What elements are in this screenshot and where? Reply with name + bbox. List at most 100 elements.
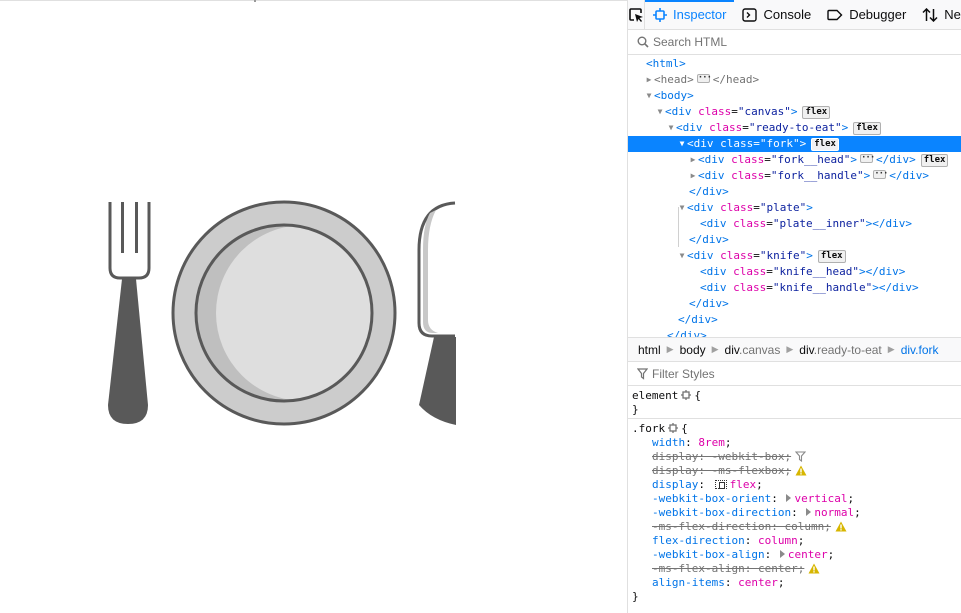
flex-badge[interactable]: flex [802, 106, 831, 119]
collapse-twisty-icon[interactable]: ▼ [655, 104, 665, 120]
collapse-twisty-icon[interactable]: ▼ [677, 248, 687, 264]
markup-node-knife-head[interactable]: <div class="knife__head"></div> [628, 264, 961, 280]
declaration-flex-direction[interactable]: flex-direction: column; [632, 534, 961, 548]
search-html-input[interactable]: Search HTML [653, 35, 727, 49]
element-picker-button[interactable] [628, 0, 645, 29]
collapsed-content-icon[interactable] [859, 150, 873, 166]
tab-inspector[interactable]: Inspector [645, 0, 735, 29]
collapse-twisty-icon[interactable]: ▼ [677, 200, 687, 216]
fork-handle [108, 279, 148, 424]
filter-styles-input[interactable]: Filter Styles [652, 367, 715, 381]
breadcrumb-body[interactable]: body [680, 343, 706, 357]
plate [171, 200, 397, 426]
search-html-field[interactable]: Search HTML [628, 30, 961, 55]
filter-icon[interactable] [795, 451, 807, 462]
place-setting-illustration [108, 200, 456, 426]
element-picker-icon [629, 7, 643, 22]
filter-icon [637, 367, 648, 380]
expand-triangle-icon[interactable] [786, 494, 792, 502]
tab-console[interactable]: Console [734, 0, 819, 29]
tab-label: Console [763, 7, 812, 22]
markup-node-plate[interactable]: ▼ <div class="plate"> [628, 200, 961, 216]
expand-twisty-icon[interactable]: ▶ [688, 168, 698, 184]
warning-icon[interactable] [835, 521, 847, 532]
markup-node-ready-to-eat[interactable]: ▼ <div class="ready-to-eat"> flex [628, 120, 961, 136]
markup-node-fork-handle[interactable]: ▶<div class="fork__handle"></div> [628, 166, 961, 184]
warning-icon[interactable] [795, 465, 807, 476]
devtools-panel: Inspector Console Debugger Ne Search HTM… [627, 0, 961, 613]
collapse-twisty-icon[interactable]: ▼ [644, 88, 654, 104]
knife-handle [419, 337, 456, 425]
flex-badge[interactable]: flex [920, 154, 949, 167]
markup-node-ready-to-eat-close[interactable]: </div> [628, 312, 961, 328]
breadcrumb-separator-icon: ▶ [666, 344, 674, 354]
markup-node-canvas[interactable]: ▼ <div class="canvas"> flex [628, 104, 961, 120]
knife [417, 201, 456, 425]
collapse-twisty-icon[interactable]: ▼ [677, 136, 687, 152]
fork-head [108, 202, 151, 280]
expand-triangle-icon[interactable] [779, 550, 785, 558]
collapse-twisty-icon[interactable]: ▼ [666, 120, 676, 136]
warning-icon[interactable] [808, 563, 820, 574]
markup-node-html[interactable]: <html> [628, 56, 961, 72]
breadcrumb-html[interactable]: html [638, 343, 661, 357]
expand-twisty-icon[interactable]: ▶ [644, 72, 654, 88]
declaration-display-ms-flexbox[interactable]: display: -ms-flexbox; [632, 464, 961, 478]
flex-badge[interactable]: flex [853, 122, 881, 135]
declaration-webkit-box-orient[interactable]: -webkit-box-orient: vertical; [632, 492, 961, 506]
breadcrumb: html ▶ body ▶ div.canvas ▶ div.ready-to-… [628, 337, 961, 362]
console-icon [742, 7, 758, 22]
markup-node-knife-handle[interactable]: <div class="knife__handle"></div> [628, 280, 961, 296]
breadcrumb-canvas[interactable]: div.canvas [725, 343, 781, 357]
breadcrumb-separator-icon: ▶ [711, 344, 719, 354]
declaration-display-flex[interactable]: display: flex; [632, 478, 961, 492]
breadcrumb-ready-to-eat[interactable]: div.ready-to-eat [799, 343, 882, 357]
declaration-ms-flex-direction[interactable]: -ms-flex-direction: column; [632, 520, 961, 534]
markup-node-fork-head[interactable]: ▶<div class="fork__head"></div>flex [628, 150, 961, 168]
tab-debugger[interactable]: Debugger [819, 0, 914, 29]
rule-element: element{ } [628, 386, 961, 419]
fork [108, 202, 151, 424]
declaration-width[interactable]: width: 8rem; [632, 436, 961, 450]
declaration-display-webkit-box[interactable]: display: -webkit-box; [632, 450, 961, 464]
expand-triangle-icon[interactable] [806, 508, 812, 516]
markup-node-plate-close[interactable]: </div> [628, 232, 961, 248]
markup-node-head[interactable]: ▶<head></head> [628, 70, 961, 88]
collapsed-content-icon[interactable] [873, 166, 887, 182]
expand-twisty-icon[interactable]: ▶ [688, 152, 698, 168]
flexbox-highlighter-icon[interactable] [714, 480, 727, 489]
rule-selector: element [632, 389, 679, 402]
rule-selector: .fork [632, 422, 666, 435]
tab-network[interactable]: Ne [914, 0, 961, 29]
markup-tree: <html> ▶<head></head> ▼<body> ▼<div clas… [628, 55, 961, 337]
declaration-webkit-box-align[interactable]: -webkit-box-align: center; [632, 548, 961, 562]
breadcrumb-fork[interactable]: div.fork [901, 343, 939, 357]
declaration-webkit-box-direction[interactable]: -webkit-box-direction: normal; [632, 506, 961, 520]
tab-label: Ne [944, 7, 961, 22]
inspector-icon [653, 7, 667, 22]
css-rules-pane: element{ } .fork{ width: 8rem; display: … [628, 386, 961, 605]
declaration-align-items[interactable]: align-items: center; [632, 576, 961, 590]
debugger-icon [827, 9, 843, 20]
markup-node-canvas-close[interactable]: </div> [628, 328, 961, 337]
page-viewport [0, 0, 627, 613]
devtools-toolbar: Inspector Console Debugger Ne [628, 0, 961, 30]
selector-highlighter-icon[interactable] [681, 390, 692, 400]
selector-highlighter-icon[interactable] [668, 423, 679, 433]
tab-label: Inspector [673, 7, 727, 22]
markup-node-knife[interactable]: ▼ <div class="knife"> flex [628, 248, 961, 264]
collapsed-content-icon[interactable] [696, 70, 710, 86]
fork-tine [121, 202, 124, 253]
flex-badge[interactable]: flex [811, 138, 839, 151]
filter-styles-field[interactable]: Filter Styles [628, 362, 961, 386]
fork-tine [135, 202, 138, 253]
declaration-ms-flex-align[interactable]: -ms-flex-align: center; [632, 562, 961, 576]
flex-badge[interactable]: flex [817, 250, 846, 263]
markup-node-body[interactable]: ▼ <body> [628, 88, 961, 104]
markup-node-knife-close[interactable]: </div> [628, 296, 961, 312]
tab-label: Debugger [849, 7, 907, 22]
markup-node-fork-selected[interactable]: ▼ <div class="fork"> flex [628, 136, 961, 152]
markup-node-plate-inner[interactable]: <div class="plate__inner"></div> [628, 216, 961, 232]
breadcrumb-separator-icon: ▶ [786, 344, 794, 354]
markup-node-fork-close[interactable]: </div> [628, 184, 961, 200]
